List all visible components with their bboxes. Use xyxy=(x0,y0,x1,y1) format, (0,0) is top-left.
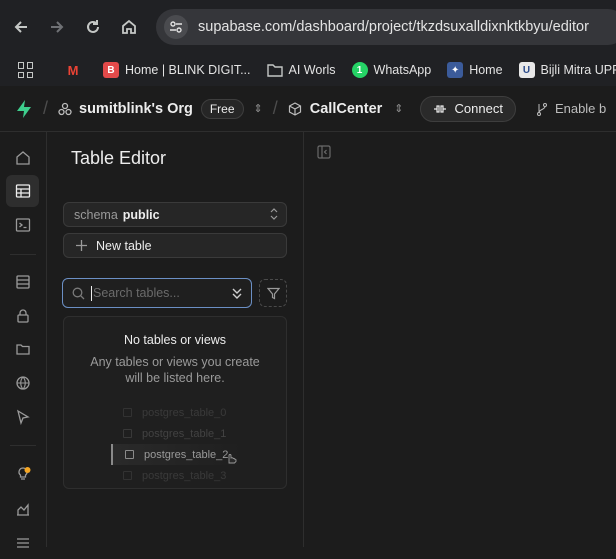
project-box-icon xyxy=(288,101,302,116)
app-header: / sumitblink's Org Free ⇕ / CallCenter ⇕… xyxy=(0,86,616,132)
empty-state-title: No tables or views xyxy=(123,333,227,347)
back-arrow-icon[interactable] xyxy=(3,9,39,45)
chevron-updown-icon xyxy=(270,208,278,223)
bookmarks-bar: M B Home | BLINK DIGIT... AI Worls 1 Wha… xyxy=(0,54,616,86)
text-cursor xyxy=(91,285,92,301)
org-icon xyxy=(58,102,72,116)
project-name[interactable]: CallCenter xyxy=(310,101,383,117)
table-icon xyxy=(123,408,132,417)
bookmark-label: Home | BLINK DIGIT... xyxy=(125,63,251,77)
bookmark-home[interactable]: ✦ Home xyxy=(447,62,503,78)
table-icon xyxy=(123,429,132,438)
connect-label: Connect xyxy=(454,101,503,116)
branch-icon xyxy=(536,102,548,116)
plus-icon xyxy=(76,240,87,251)
plan-badge: Free xyxy=(200,98,244,119)
bookmark-gmail[interactable]: M xyxy=(65,62,87,78)
table-icon xyxy=(125,450,134,459)
nav-sql-editor-icon[interactable] xyxy=(6,209,39,241)
nav-advisors-lightbulb-icon[interactable] xyxy=(6,458,39,490)
filter-icon xyxy=(266,287,280,300)
bookmark-uppcl[interactable]: U Bijli Mitra UPPCL xyxy=(518,62,616,78)
new-table-label: New table xyxy=(96,238,152,253)
search-icon xyxy=(72,287,85,300)
bookmark-blink[interactable]: B Home | BLINK DIGIT... xyxy=(103,62,251,78)
empty-state-description: Any tables or views you create will be l… xyxy=(90,355,260,385)
gmail-icon: M xyxy=(67,62,79,78)
org-switcher-chevron-icon[interactable]: ⇕ xyxy=(254,102,263,115)
enable-branching-button[interactable]: Enable b xyxy=(536,101,606,116)
ghost-table-label: postgres_table_2 xyxy=(144,448,229,461)
new-table-button[interactable]: New table xyxy=(63,233,287,258)
plug-icon xyxy=(433,104,447,114)
bookmark-label: WhatsApp xyxy=(373,63,432,77)
search-tables-input[interactable]: Search tables... xyxy=(62,278,252,308)
empty-state-card: No tables or views Any tables or views y… xyxy=(63,316,287,489)
nav-auth-lock-icon[interactable] xyxy=(6,300,39,332)
ghost-table-list: postgres_table_0 postgres_table_1 postgr… xyxy=(111,402,241,486)
table-icon xyxy=(123,471,132,480)
address-bar[interactable]: supabase.com/dashboard/project/tkzdsuxal… xyxy=(156,9,616,45)
ghost-table-label: postgres_table_1 xyxy=(142,427,227,440)
bookmark-label: Home xyxy=(469,63,503,77)
ghost-table-item: postgres_table_3 xyxy=(111,465,241,486)
schema-label: schema xyxy=(74,207,118,222)
org-name[interactable]: sumitblink's Org xyxy=(79,101,193,117)
supabase-logo-icon[interactable] xyxy=(15,99,33,119)
nav-realtime-icon[interactable] xyxy=(6,367,39,399)
apps-grid-icon[interactable] xyxy=(18,62,33,78)
nav-database-icon[interactable] xyxy=(6,266,39,298)
connect-button[interactable]: Connect xyxy=(419,95,516,122)
nav-table-editor-icon[interactable] xyxy=(6,175,39,207)
ghost-table-item-highlighted: postgres_table_2 xyxy=(111,444,241,465)
nav-reports-icon[interactable] xyxy=(6,493,39,525)
folder-icon xyxy=(266,62,283,78)
home-icon[interactable] xyxy=(111,9,147,45)
bookmark-label: AI Worls xyxy=(288,63,336,77)
ghost-table-item: postgres_table_0 xyxy=(111,402,241,423)
nav-logs-list-icon[interactable] xyxy=(6,527,39,559)
ghost-table-item: postgres_table_1 xyxy=(111,423,241,444)
ghost-table-label: postgres_table_0 xyxy=(142,406,227,419)
separator: / xyxy=(272,98,278,118)
chevrons-down-icon[interactable] xyxy=(231,286,243,303)
main-content xyxy=(304,132,616,547)
site-settings-icon[interactable] xyxy=(164,15,188,39)
nav-home-icon[interactable] xyxy=(6,142,39,174)
separator: / xyxy=(43,98,49,118)
nav-edge-functions-icon[interactable] xyxy=(6,401,39,433)
collapse-sidebar-icon[interactable] xyxy=(317,145,331,159)
url-text: supabase.com/dashboard/project/tkzdsuxal… xyxy=(198,19,589,35)
ghost-table-label: postgres_table_3 xyxy=(142,469,227,482)
panel-title: Table Editor xyxy=(71,148,167,168)
search-placeholder: Search tables... xyxy=(93,286,180,300)
schema-value: public xyxy=(122,207,160,222)
left-nav-rail xyxy=(0,132,47,548)
bookmark-label: Bijli Mitra UPPCL xyxy=(540,63,616,77)
reload-icon[interactable] xyxy=(75,9,111,45)
browser-toolbar: supabase.com/dashboard/project/tkzdsuxal… xyxy=(0,0,616,54)
bookmark-ai-worls[interactable]: AI Worls xyxy=(266,62,336,78)
nav-storage-icon[interactable] xyxy=(6,333,39,365)
table-editor-panel: Table Editor schema public New table Sea… xyxy=(47,132,304,547)
filter-button[interactable] xyxy=(259,279,287,307)
forward-arrow-icon[interactable] xyxy=(39,9,75,45)
whatsapp-icon: 1 xyxy=(351,62,368,78)
schema-selector[interactable]: schema public xyxy=(63,202,287,227)
enable-label: Enable b xyxy=(554,101,607,116)
bookmark-whatsapp[interactable]: 1 WhatsApp xyxy=(351,62,432,78)
project-switcher-chevron-icon[interactable]: ⇕ xyxy=(394,102,403,115)
blink-icon: B xyxy=(103,62,119,78)
home-bookmark-icon: ✦ xyxy=(447,62,464,78)
uppcl-icon: U xyxy=(518,62,535,78)
